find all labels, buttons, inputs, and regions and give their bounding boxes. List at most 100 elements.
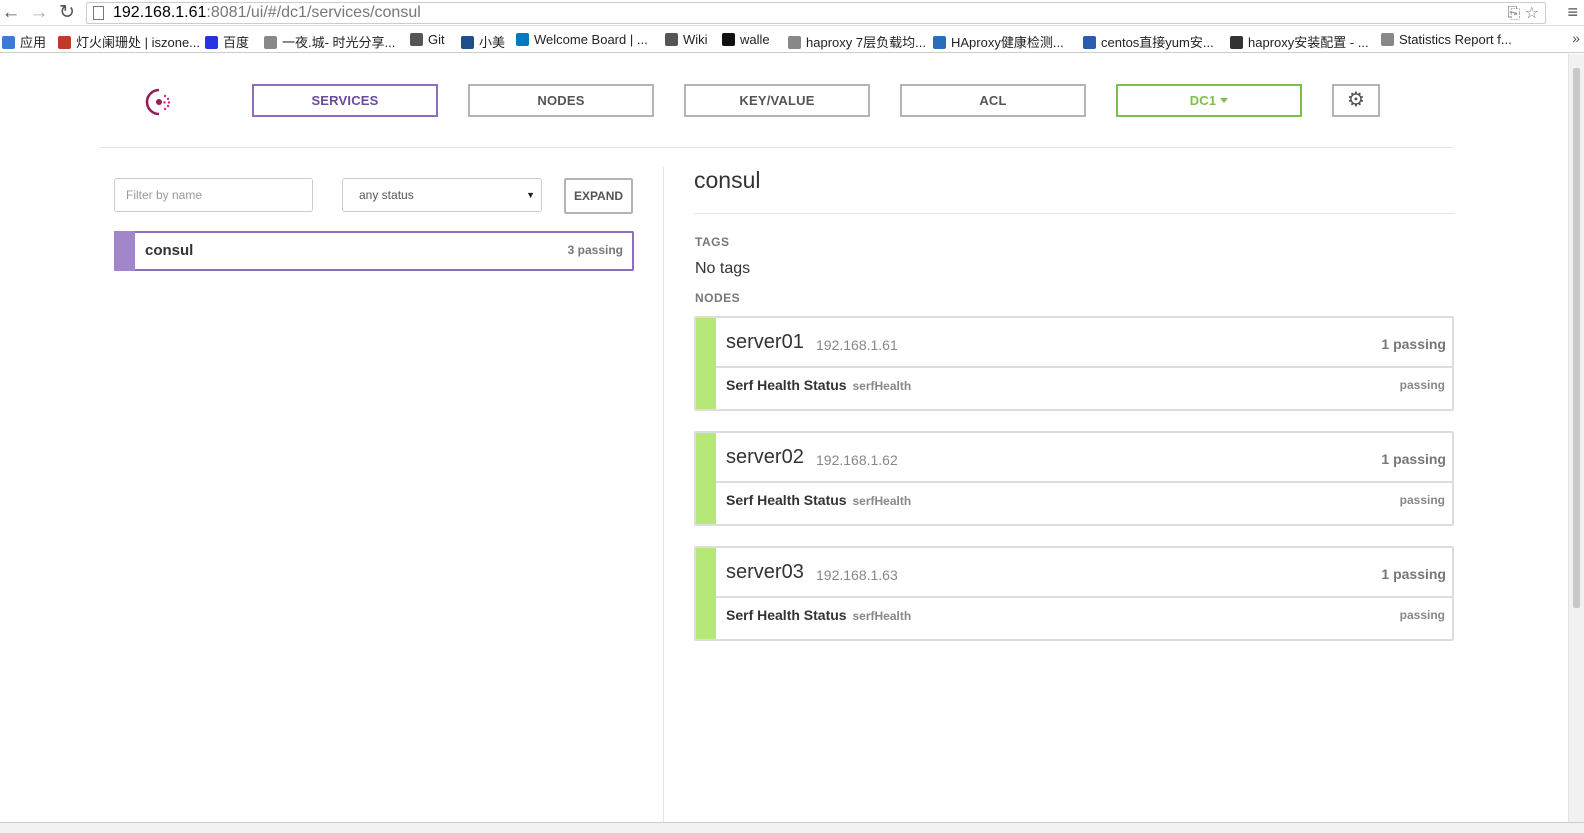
nav-nodes-button[interactable]: NODES	[468, 84, 654, 117]
bookmark-item[interactable]: Statistics Report f...	[1381, 32, 1512, 47]
bookmark-item[interactable]: haproxy 7层负载均...	[788, 32, 926, 51]
nav-acl-button[interactable]: ACL	[900, 84, 1086, 117]
check-id: serfHealth	[852, 379, 912, 393]
bookmark-label: Wiki	[683, 32, 708, 47]
node-card[interactable]: server01 192.168.1.61 1 passing Serf Hea…	[694, 316, 1454, 411]
check-name: Serf Health Status	[726, 492, 847, 508]
column-divider	[663, 167, 664, 833]
bookmark-favicon-icon	[516, 33, 529, 46]
check-status: passing	[1399, 378, 1445, 392]
node-name[interactable]: server02	[726, 446, 804, 469]
address-bar[interactable]: 192.168.1.61:8081/ui/#/dc1/services/cons…	[86, 2, 1546, 24]
check-name: Serf Health Status	[726, 377, 847, 393]
bookmark-item[interactable]: Welcome Board | ...	[516, 32, 648, 47]
bookmark-favicon-icon	[1381, 33, 1394, 46]
bookmarks-overflow-icon[interactable]: »	[1572, 30, 1580, 46]
service-status-bar	[114, 231, 135, 271]
bookmark-favicon-icon	[2, 36, 15, 49]
filter-by-name-input[interactable]: Filter by name	[114, 178, 313, 212]
bookmark-item[interactable]: centos直接yum安...	[1083, 32, 1214, 51]
status-select[interactable]: any status ▼	[342, 178, 542, 212]
scrollbar-thumb[interactable]	[1573, 68, 1580, 608]
node-status-bar	[696, 433, 716, 524]
detail-divider	[694, 213, 1454, 214]
bookmark-label: 百度	[223, 35, 250, 50]
node-header-row: server03 192.168.1.63 1 passing	[716, 548, 1452, 598]
bookmark-item[interactable]: HAproxy健康检测...	[933, 32, 1064, 51]
bookmark-item[interactable]: Wiki	[665, 32, 708, 47]
nodes-label: NODES	[695, 291, 741, 305]
bookmark-label: 应用	[20, 35, 47, 50]
bookmark-label: haproxy 7层负载均...	[806, 35, 926, 50]
datacenter-label: DC1	[1189, 93, 1217, 108]
bookmark-label: Git	[428, 32, 445, 47]
bookmark-label: centos直接yum安...	[1101, 35, 1214, 50]
node-address: 192.168.1.63	[816, 567, 898, 583]
bookmark-item[interactable]: Git	[410, 32, 445, 47]
taskbar-strip	[0, 822, 1584, 833]
reload-icon[interactable]: ↻	[56, 2, 78, 24]
bookmark-label: Statistics Report f...	[1399, 32, 1512, 47]
gear-icon: ⚙	[1347, 89, 1365, 111]
bookmark-label: haproxy安装配置 - ...	[1248, 35, 1369, 50]
nav-services-button[interactable]: SERVICES	[252, 84, 438, 117]
node-header-row: server02 192.168.1.62 1 passing	[716, 433, 1452, 483]
back-icon[interactable]: ←	[0, 2, 22, 24]
node-header-row: server01 192.168.1.61 1 passing	[716, 318, 1452, 368]
consul-ui: SERVICES NODES KEY/VALUE ACL DC1 ⚙ Filte…	[0, 54, 1584, 833]
check-name: Serf Health Status	[726, 607, 847, 623]
bookmark-label: 小美	[479, 35, 506, 50]
translate-and-star-icons[interactable]: ⎘ ☆	[1507, 3, 1539, 23]
node-passing-count: 1 passing	[1381, 336, 1446, 352]
dropdown-arrow-icon: ▼	[526, 190, 535, 200]
check-status: passing	[1399, 493, 1445, 507]
service-name: consul	[145, 242, 194, 259]
node-card[interactable]: server03 192.168.1.63 1 passing Serf Hea…	[694, 546, 1454, 641]
bookmark-favicon-icon	[788, 36, 801, 49]
node-status-bar	[696, 548, 716, 639]
health-check-row: Serf Health Status serfHealth	[726, 492, 911, 508]
bookmarks-bar: 应用 灯火阑珊处 | iszone... 百度 一夜.城- 时光分享... Git 小美 W…	[0, 27, 1584, 53]
page-scrollbar[interactable]	[1568, 54, 1584, 833]
browser-menu-icon[interactable]: ≡	[1567, 2, 1578, 23]
datacenter-dropdown[interactable]: DC1	[1116, 84, 1302, 117]
caret-down-icon	[1220, 98, 1229, 103]
node-name[interactable]: server03	[726, 561, 804, 584]
node-name[interactable]: server01	[726, 331, 804, 354]
bookmark-item[interactable]: 小美	[461, 32, 505, 51]
bookmark-item[interactable]: 应用	[2, 32, 46, 51]
forward-icon[interactable]: →	[28, 2, 50, 24]
bookmark-item[interactable]: haproxy安装配置 - ...	[1230, 32, 1369, 51]
bookmark-favicon-icon	[1083, 36, 1096, 49]
nav-kv-button[interactable]: KEY/VALUE	[684, 84, 870, 117]
bookmark-label: Welcome Board | ...	[534, 32, 648, 47]
browser-toolbar: ← → ↻ 192.168.1.61:8081/ui/#/dc1/service…	[0, 0, 1584, 26]
bookmark-favicon-icon	[665, 33, 678, 46]
bookmark-item[interactable]: 一夜.城- 时光分享...	[264, 32, 395, 51]
health-check-row: Serf Health Status serfHealth	[726, 607, 911, 623]
node-passing-count: 1 passing	[1381, 451, 1446, 467]
bookmark-item[interactable]: 灯火阑珊处 | iszone...	[58, 32, 200, 51]
consul-logo-icon[interactable]	[144, 87, 174, 117]
bookmark-label: HAproxy健康检测...	[951, 35, 1064, 50]
bookmark-favicon-icon	[461, 36, 474, 49]
bookmark-favicon-icon	[205, 36, 218, 49]
service-passing-count: 3 passing	[567, 243, 623, 257]
node-card[interactable]: server02 192.168.1.62 1 passing Serf Hea…	[694, 431, 1454, 526]
check-id: serfHealth	[852, 494, 912, 508]
bookmark-label: 灯火阑珊处 | iszone...	[76, 35, 201, 50]
settings-button[interactable]: ⚙	[1332, 84, 1380, 117]
service-list-item[interactable]: consul 3 passing	[114, 231, 634, 271]
bookmark-label: 一夜.城- 时光分享...	[282, 35, 396, 50]
check-status: passing	[1399, 608, 1445, 622]
header-divider	[100, 147, 1454, 148]
bookmark-item[interactable]: walle	[722, 32, 770, 47]
bookmark-favicon-icon	[410, 33, 423, 46]
url-text: 192.168.1.61:8081/ui/#/dc1/services/cons…	[113, 4, 421, 21]
bookmark-item[interactable]: 百度	[205, 32, 249, 51]
node-passing-count: 1 passing	[1381, 566, 1446, 582]
check-id: serfHealth	[852, 609, 912, 623]
bookmark-favicon-icon	[933, 36, 946, 49]
expand-button[interactable]: EXPAND	[564, 178, 633, 214]
node-address: 192.168.1.62	[816, 452, 898, 468]
